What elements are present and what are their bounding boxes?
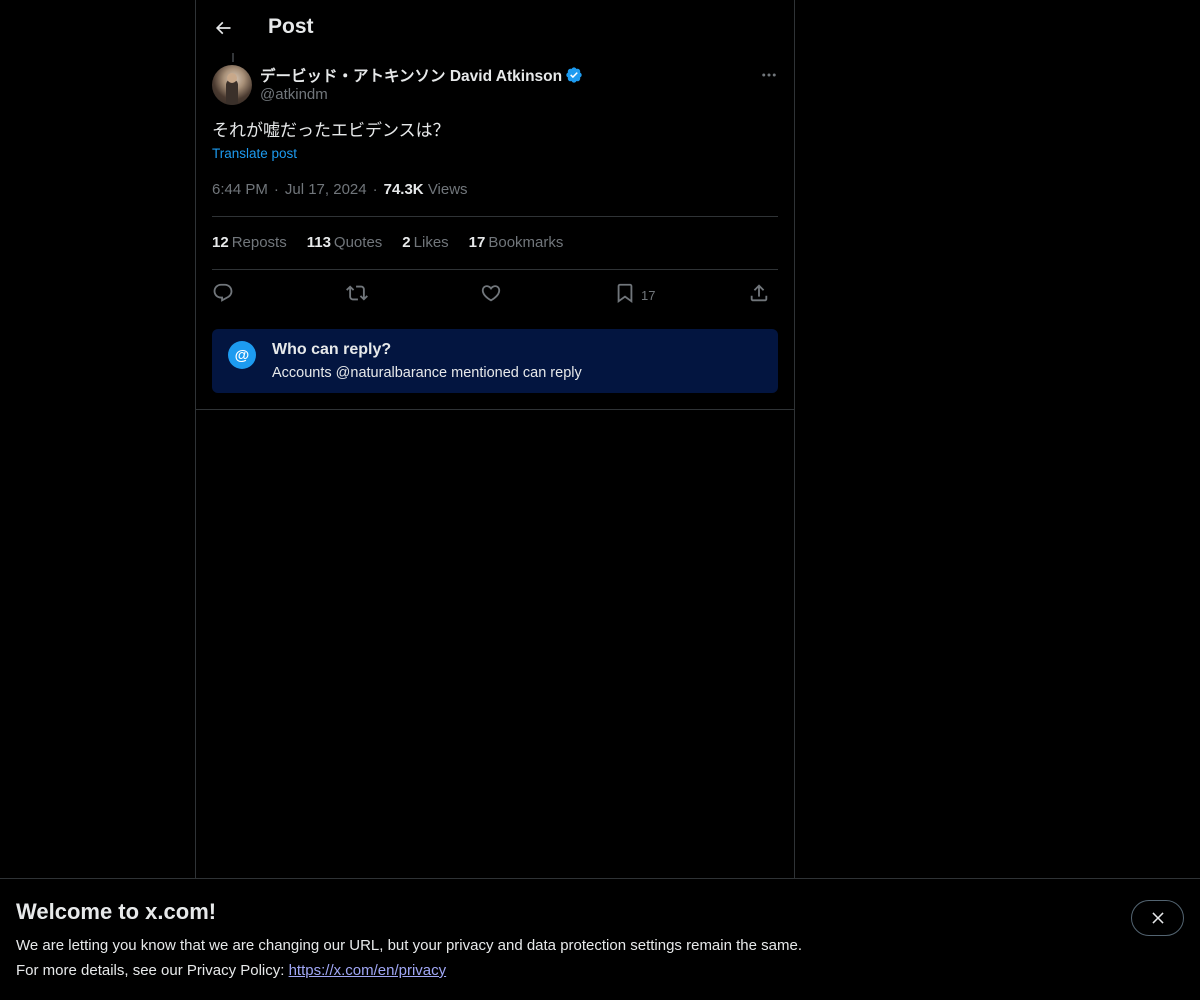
bookmarks-count: 17 — [468, 234, 486, 251]
translate-post-link[interactable]: Translate post — [212, 146, 297, 161]
arrow-left-icon — [215, 21, 231, 35]
quotes-stat[interactable]: 113 Quotes — [307, 233, 383, 253]
quotes-count: 113 — [306, 234, 331, 251]
reposts-stat[interactable]: 12 Reposts — [212, 233, 287, 253]
quotes-label: Quotes — [333, 234, 383, 251]
repost-icon — [346, 285, 368, 301]
author-handle[interactable]: @atkindm — [260, 86, 328, 103]
banner-message: We are letting you know that we are chan… — [16, 937, 802, 954]
views-count: 74.3K — [383, 181, 424, 198]
avatar[interactable] — [212, 65, 252, 105]
close-banner-button[interactable] — [1131, 900, 1184, 936]
url-change-banner: Welcome to x.com! We are letting you kno… — [0, 878, 1200, 1000]
author-name-row: デービッド・アトキンソン David Atkinson — [260, 64, 583, 86]
reply-button[interactable] — [212, 278, 234, 308]
main-column: Post デービッド・アトキンソン David Atkinson @atkind… — [195, 0, 795, 1000]
divider — [212, 269, 778, 270]
post-meta: 6:44 PM · Jul 17, 2024 · 74.3K Views — [212, 180, 468, 200]
bookmarks-stat[interactable]: 17 Bookmarks — [469, 233, 564, 253]
meta-separator: · — [372, 181, 378, 198]
heart-icon — [481, 285, 501, 302]
thread-connector-line — [232, 53, 234, 62]
more-dots-icon — [762, 73, 776, 77]
reposts-count: 12 — [212, 234, 229, 251]
post-actions: 17 — [212, 278, 778, 308]
banner-title: Welcome to x.com! — [16, 899, 217, 924]
post-text: それが嘘だったエビデンスは？ — [212, 121, 450, 141]
likes-label: Likes — [413, 234, 449, 251]
mention-icon: @ — [228, 341, 256, 369]
bookmark-button[interactable]: 17 — [614, 278, 655, 308]
banner-privacy-line: For more details, see our Privacy Policy… — [16, 962, 446, 979]
verified-badge-icon[interactable] — [565, 66, 583, 84]
who-can-reply-box: @ Who can reply? Accounts @naturalbaranc… — [212, 329, 778, 393]
back-button[interactable] — [205, 10, 241, 46]
bookmark-icon — [617, 283, 633, 304]
share-icon — [750, 284, 768, 302]
privacy-policy-link[interactable]: https://x.com/en/privacy — [289, 962, 447, 979]
post-date[interactable]: Jul 17, 2024 — [285, 181, 367, 198]
views-label: Views — [427, 181, 468, 198]
banner-privacy-prefix: For more details, see our Privacy Policy… — [16, 962, 289, 979]
author-name[interactable]: デービッド・アトキンソン David Atkinson — [260, 64, 562, 86]
reposts-label: Reposts — [231, 234, 287, 251]
repost-button[interactable] — [346, 278, 368, 308]
bookmarks-label: Bookmarks — [488, 234, 564, 251]
more-options-button[interactable] — [752, 62, 786, 88]
post-time[interactable]: 6:44 PM — [212, 181, 268, 198]
page-title: Post — [268, 15, 314, 38]
likes-stat[interactable]: 2 Likes — [402, 233, 448, 253]
bookmark-count: 17 — [641, 287, 656, 303]
share-button[interactable] — [748, 278, 770, 308]
close-icon — [1151, 912, 1164, 924]
divider — [212, 216, 778, 217]
divider — [196, 409, 794, 410]
who-can-reply-title: Who can reply? — [272, 341, 392, 358]
meta-separator: · — [273, 181, 279, 198]
engagement-stats: 12 Reposts 113 Quotes 2 Likes 17 Bookmarks — [212, 233, 583, 253]
likes-count: 2 — [402, 234, 411, 251]
avatar-head — [227, 73, 237, 83]
reply-icon — [213, 283, 233, 302]
like-button[interactable] — [480, 278, 502, 308]
who-can-reply-description: Accounts @naturalbarance mentioned can r… — [272, 365, 582, 381]
page-header: Post — [196, 0, 794, 53]
